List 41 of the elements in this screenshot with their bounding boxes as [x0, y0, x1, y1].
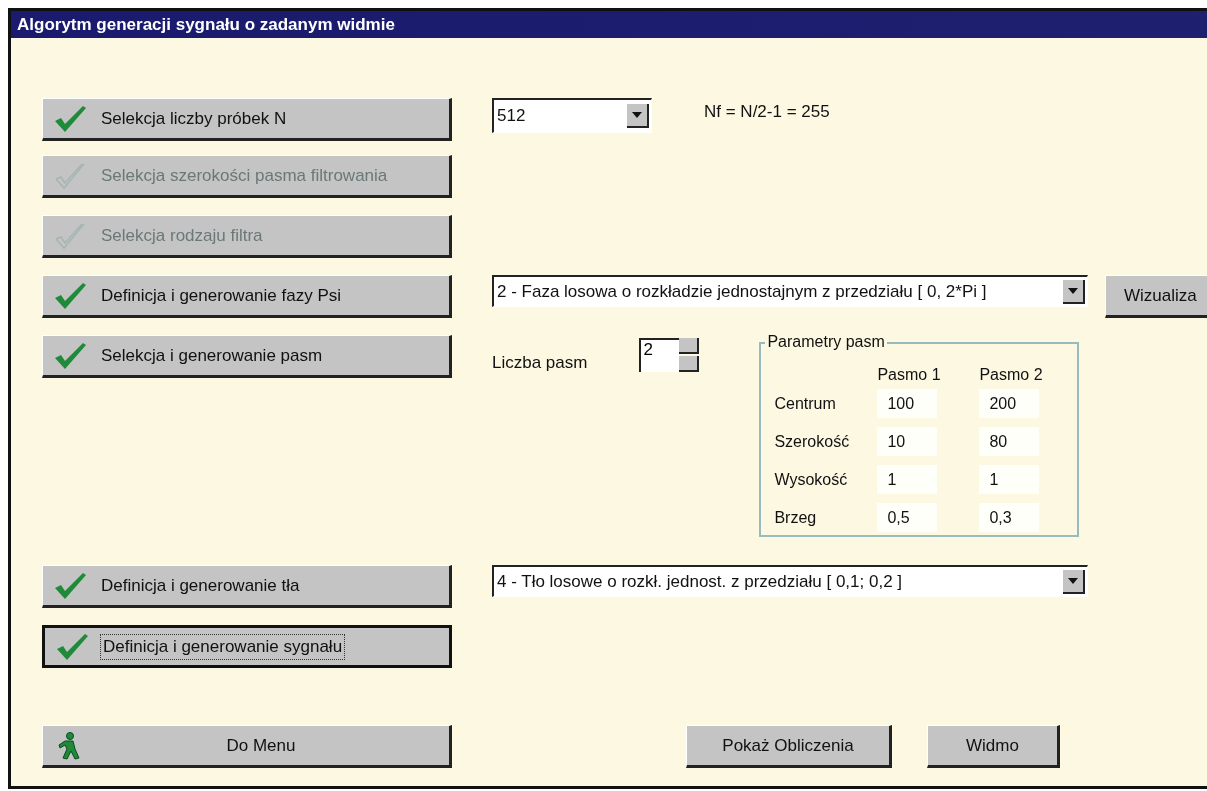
show-calculations-button[interactable]: Pokaż Obliczenia	[686, 725, 892, 768]
dropdown[interactable]: 4 - Tło losowe o rozkł. jednost. z przedziału [ 0,1; 0,2 ]	[492, 565, 1088, 597]
column-header: Pasmo 2	[979, 366, 1044, 384]
step-button[interactable]: Definicja i generowanie sygnału	[42, 625, 452, 668]
group-title: Parametry pasm	[765, 333, 887, 351]
band-count-label: Liczba pasm	[492, 353, 588, 373]
check-icon	[53, 570, 87, 601]
check-icon	[53, 340, 87, 371]
row-label: Brzeg	[774, 508, 818, 527]
value-field[interactable]: 0,3	[979, 503, 1040, 532]
value-field[interactable]: 0,5	[877, 503, 938, 532]
spin-down-button[interactable]	[679, 356, 700, 372]
value-field[interactable]: 1	[979, 465, 1040, 494]
dropdown-arrow-icon	[1068, 577, 1078, 584]
row-label: Wysokość	[774, 470, 849, 489]
row-label: Szerokość	[774, 432, 851, 451]
dropdown-arrow-icon	[1068, 287, 1078, 294]
value-field[interactable]: 10	[877, 427, 938, 456]
step-button[interactable]: Definicja i generowanie tła	[42, 565, 452, 608]
value-field[interactable]: 1	[877, 465, 938, 494]
value-field[interactable]: 100	[877, 389, 938, 418]
dropdown-arrow-icon	[632, 112, 642, 118]
check-icon	[53, 280, 87, 311]
step-button[interactable]: Selekcja i generowanie pasm	[42, 335, 452, 378]
window-title: Algorytm generacji sygnału o zadanym widmie	[11, 11, 1207, 38]
column-header: Pasmo 1	[877, 366, 942, 384]
band-count-field[interactable]: 2	[639, 338, 680, 372]
check-icon	[53, 103, 87, 134]
check-icon	[55, 631, 89, 662]
step-button[interactable]: Definicja i generowanie fazy Psi	[42, 275, 452, 318]
value-field[interactable]: 200	[979, 389, 1040, 418]
menu-button[interactable]: Do Menu	[42, 725, 452, 768]
nf-text: Nf = N/2-1 = 255	[704, 102, 830, 122]
row-label: Centrum	[774, 394, 837, 413]
spectrum-button[interactable]: Widmo	[927, 725, 1060, 768]
visualize-button[interactable]: Wizualiza	[1105, 275, 1207, 318]
spin-up-button[interactable]	[679, 338, 700, 354]
step-button[interactable]: Selekcja liczby próbek N	[42, 98, 452, 141]
dropdown[interactable]: 2 - Faza losowa o rozkładzie jednostajnym z przedziału [ 0, 2*Pi ]	[492, 275, 1088, 307]
value-field[interactable]: 80	[979, 427, 1040, 456]
dropdown[interactable]: 512	[492, 98, 652, 133]
